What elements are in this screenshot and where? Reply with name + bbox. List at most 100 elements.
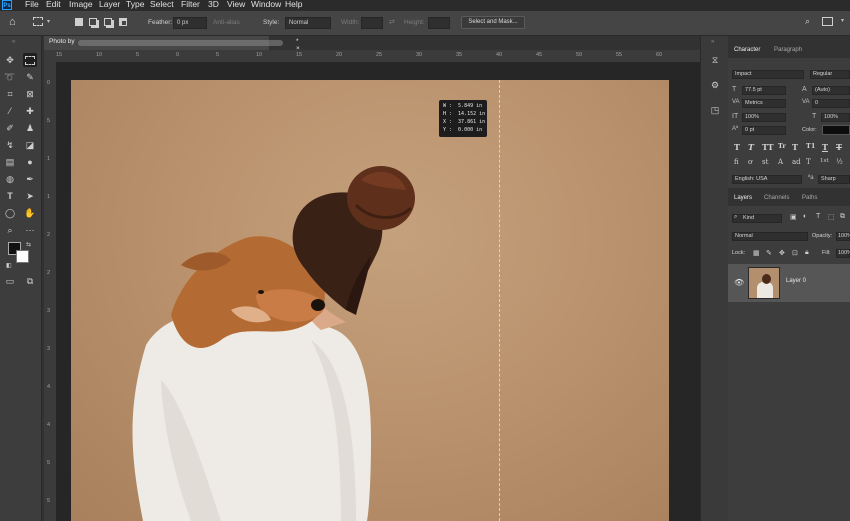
gradient-tool-icon[interactable]: ▤ (3, 155, 17, 169)
menu-filter[interactable]: Filter (181, 0, 200, 9)
lock-artboard-icon[interactable]: ⊡ (792, 249, 798, 257)
swap-colors-icon[interactable]: ⇆ (26, 241, 31, 248)
font-family-select[interactable]: Impact (732, 70, 804, 79)
eyedropper-tool-icon[interactable]: ⁄ (3, 104, 17, 118)
add-to-selection-icon[interactable] (89, 18, 97, 26)
screen-mode-icon[interactable]: ⧉ (23, 274, 37, 288)
leading-field[interactable]: (Auto) (812, 86, 850, 95)
frame-tool-icon[interactable]: ⊠ (23, 87, 37, 101)
height-input[interactable] (428, 17, 450, 29)
old-style-button[interactable]: ơ (748, 158, 752, 166)
collapse-dock-icon[interactable]: » (711, 39, 714, 45)
lock-transparent-pixels-icon[interactable]: ▦ (753, 249, 760, 257)
underline-button[interactable]: T (822, 142, 828, 152)
spot-healing-tool-icon[interactable]: ✚ (23, 104, 37, 118)
font-style-select[interactable]: Regular (810, 70, 850, 79)
baseline-shift-field[interactable]: 0 pt (742, 126, 786, 135)
blur-tool-icon[interactable]: ● (23, 155, 37, 169)
font-size-field[interactable]: 77.5 pt (742, 86, 786, 95)
menu-3d[interactable]: 3D (208, 0, 219, 9)
contextual-alternates-button[interactable]: ad (792, 158, 801, 166)
properties-panel-icon[interactable]: ⚙ (709, 79, 721, 91)
intersect-selection-icon[interactable] (119, 18, 127, 26)
filter-type-icon[interactable]: T (816, 213, 820, 220)
pen-tool-icon[interactable]: ✒ (23, 172, 37, 186)
crop-tool-icon[interactable]: ⌗ (3, 87, 17, 101)
fill-field[interactable]: 100% (836, 249, 850, 258)
rectangular-marquee-preset-icon[interactable] (33, 17, 43, 26)
text-color-swatch[interactable] (822, 125, 850, 135)
menu-layer[interactable]: Layer (99, 0, 120, 9)
tab-paths[interactable]: Paths (802, 195, 817, 201)
lasso-tool-icon[interactable]: ➰ (3, 70, 17, 84)
subtract-from-selection-icon[interactable] (104, 18, 112, 26)
ligatures-button[interactable]: fi (734, 158, 739, 166)
swash-button[interactable]: A (778, 158, 783, 166)
kerning-field[interactable]: Metrics (742, 99, 786, 108)
tab-paragraph[interactable]: Paragraph (774, 47, 802, 53)
layer-row[interactable]: 👁︎ Layer 0 (728, 264, 850, 302)
dodge-tool-icon[interactable]: ◍ (3, 172, 17, 186)
default-colors-icon[interactable]: ◧ (6, 262, 12, 269)
menu-help[interactable]: Help (285, 0, 302, 9)
path-selection-tool-icon[interactable]: ➤ (23, 189, 37, 203)
width-input[interactable] (361, 17, 383, 29)
document-tab[interactable]: Photo by * × (44, 36, 300, 52)
background-color-swatch[interactable] (16, 250, 29, 263)
small-caps-button[interactable]: Tr (778, 142, 786, 150)
all-caps-button[interactable]: TT (762, 142, 774, 152)
vertical-scale-field[interactable]: 100% (742, 113, 786, 122)
layer-filter-select[interactable]: Kind (732, 214, 782, 223)
workspace-chevron-icon[interactable]: ▾ (841, 17, 844, 24)
menu-select[interactable]: Select (150, 0, 174, 9)
opacity-field[interactable]: 100% (836, 232, 850, 241)
visibility-eye-icon[interactable]: 👁︎ (734, 278, 744, 287)
titling-alternates-button[interactable]: T (806, 158, 811, 166)
filter-adjustment-icon[interactable]: ◐ (803, 213, 807, 220)
type-tool-icon[interactable]: T (3, 189, 17, 203)
menu-window[interactable]: Window (251, 0, 281, 9)
lock-position-icon[interactable]: ✥ (779, 249, 785, 257)
antialias-checkbox[interactable]: Anti-alias (213, 19, 240, 26)
swap-dimensions-icon[interactable]: ⇄ (389, 18, 395, 26)
history-panel-icon[interactable]: ⧖ (709, 54, 721, 66)
quick-mask-icon[interactable]: ▭ (3, 274, 17, 288)
brush-tool-icon[interactable]: ✐ (3, 121, 17, 135)
feather-input[interactable]: 0 px (173, 17, 207, 29)
zoom-tool-icon[interactable]: ⌕ (3, 223, 17, 237)
ordinals-button[interactable]: 1st (820, 158, 829, 164)
tracking-field[interactable]: 0 (812, 99, 850, 108)
tab-character[interactable]: Character (734, 47, 760, 53)
menu-image[interactable]: Image (69, 0, 93, 9)
canvas-area[interactable]: W : 5.849 in H : 14.152 in X : 37.861 in… (56, 62, 700, 521)
stylistic-alternates-button[interactable]: st (762, 158, 768, 166)
faux-italic-button[interactable]: T (748, 142, 754, 152)
chevron-down-icon[interactable]: ▾ (47, 18, 50, 25)
eraser-tool-icon[interactable]: ◪ (23, 138, 37, 152)
history-brush-tool-icon[interactable]: ↯ (3, 138, 17, 152)
filter-smart-object-icon[interactable]: ⧉ (840, 213, 845, 221)
strikethrough-button[interactable]: T (836, 142, 842, 152)
hand-tool-icon[interactable]: ✋ (23, 206, 37, 220)
horizontal-scale-field[interactable]: 100% (821, 113, 850, 122)
new-selection-icon[interactable] (75, 18, 83, 26)
antialias-select[interactable]: Sharp (818, 175, 850, 184)
language-select[interactable]: English: USA (732, 175, 802, 184)
filter-shape-icon[interactable]: ⬚ (828, 213, 835, 221)
rectangular-marquee-tool-icon[interactable] (23, 53, 37, 67)
tab-channels[interactable]: Channels (764, 195, 789, 201)
workspace-icon[interactable] (822, 17, 833, 26)
lock-all-icon[interactable]: 🔒︎ (805, 249, 809, 257)
menu-type[interactable]: Type (126, 0, 144, 9)
fractions-button[interactable]: ½ (836, 158, 843, 166)
faux-bold-button[interactable]: T (734, 142, 740, 152)
collapse-panel-icon[interactable]: « (12, 39, 15, 45)
lock-image-pixels-icon[interactable]: ✎ (766, 249, 772, 257)
clone-stamp-tool-icon[interactable]: ♟ (23, 121, 37, 135)
ellipse-tool-icon[interactable]: ◯ (3, 206, 17, 220)
adjustments-panel-icon[interactable]: ◳ (709, 104, 721, 116)
select-and-mask-button[interactable]: Select and Mask... (461, 16, 525, 29)
document-canvas-photo[interactable]: W : 5.849 in H : 14.152 in X : 37.861 in… (71, 80, 669, 521)
search-icon[interactable]: ⌕ (805, 16, 810, 27)
menu-edit[interactable]: Edit (46, 0, 61, 9)
